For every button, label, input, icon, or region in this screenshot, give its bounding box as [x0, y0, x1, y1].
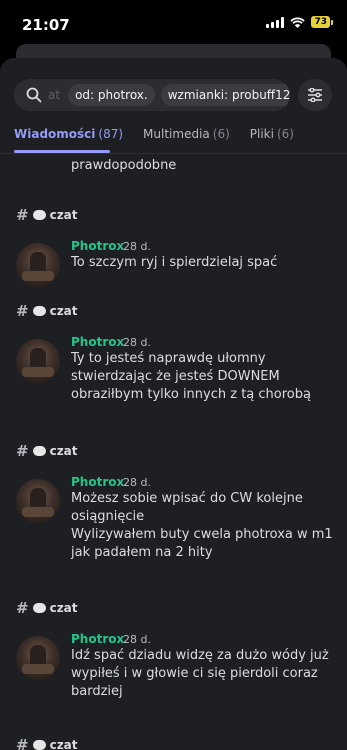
message-author[interactable]: Photrox — [71, 475, 124, 489]
message-text-line: stwierdzając że jesteś DOWNEM — [71, 369, 280, 384]
tab-media[interactable]: Multimedia (6) — [143, 127, 230, 151]
channel-name: czat — [49, 444, 78, 458]
speech-bubble-icon — [32, 306, 46, 316]
search-sheet: at od: photrox. wzmianki: probuff12 Wiad… — [0, 58, 347, 750]
search-icon — [26, 87, 42, 103]
channel-hash-icon: # — [16, 736, 29, 750]
channel-hash-icon: # — [16, 206, 29, 224]
channel-label: # czat — [16, 599, 78, 617]
message-text-line: bardziej — [71, 684, 123, 699]
message-text-line: Możesz sobie wpisać do CW kolejne — [71, 491, 303, 506]
channel-name: czat — [49, 304, 78, 318]
message-text: Możesz sobie wpisać do CW kolejne osiągn… — [71, 490, 333, 562]
speech-bubble-icon — [32, 740, 46, 750]
message-author[interactable]: Photrox — [71, 632, 124, 646]
message-time: 28 d. — [123, 336, 151, 349]
result-tabs: Wiadomości (87) Multimedia (6) Pliki (6) — [14, 127, 334, 151]
sliders-icon — [308, 88, 322, 102]
tab-files[interactable]: Pliki (6) — [250, 127, 294, 151]
status-time: 21:07 — [22, 16, 70, 34]
avatar[interactable] — [16, 479, 60, 523]
message-text-line: Wylizywałem buty cwela photroxa w m1 — [71, 527, 333, 542]
speech-bubble-icon — [32, 603, 46, 613]
message-author[interactable]: Photrox — [71, 335, 124, 349]
message-time: 28 d. — [123, 476, 151, 489]
filter-chip-author[interactable]: od: photrox. — [68, 84, 155, 106]
tab-count: (87) — [98, 127, 124, 141]
channel-hash-icon: # — [16, 442, 29, 460]
tab-label: Wiadomości — [14, 127, 96, 141]
speech-bubble-icon — [32, 446, 46, 456]
speech-bubble-icon — [32, 210, 46, 220]
message-text-line: wypiłeś i w głowie ci się pierdoli coraz — [71, 666, 318, 681]
status-bar: 21:07 73 — [0, 0, 347, 44]
message-text: Idź spać dziadu widzę za dużo wódy już w… — [71, 647, 333, 701]
channel-label: # czat — [16, 442, 78, 460]
message-text-line: Ty to jesteś naprawdę ułomny — [71, 351, 266, 366]
message-text-line: To szczym ryj i spierdzielaj spać — [71, 255, 278, 270]
avatar[interactable] — [16, 636, 60, 680]
channel-name: czat — [49, 601, 78, 615]
battery-level: 73 — [311, 16, 330, 28]
message-text-line: Idź spać dziadu widzę za dużo wódy już — [71, 648, 329, 663]
message-text-line: jak padałem na 2 hity — [71, 545, 213, 560]
tab-label: Pliki — [249, 127, 274, 141]
results-list: prawdopodobne # czat Photrox 28 d. To sz… — [0, 154, 347, 750]
channel-name: czat — [49, 738, 78, 750]
tab-messages[interactable]: Wiadomości (87) — [14, 127, 123, 151]
message-text-line: prawdopodobne — [71, 158, 177, 173]
message-time: 28 d. — [123, 240, 151, 253]
message-text: To szczym ryj i spierdzielaj spać — [71, 254, 333, 272]
search-input[interactable]: at od: photrox. wzmianki: probuff12 — [14, 79, 290, 111]
tab-label: Multimedia — [143, 127, 210, 141]
signal-icon — [266, 16, 285, 28]
channel-name: czat — [49, 208, 78, 222]
wifi-icon — [290, 17, 306, 28]
channel-hash-icon: # — [16, 302, 29, 320]
channel-label: # czat — [16, 206, 78, 224]
search-text[interactable]: at — [48, 88, 60, 102]
message-text-line: osiągnięcie — [71, 509, 145, 524]
message-author[interactable]: Photrox — [71, 239, 124, 253]
filter-settings-button[interactable] — [298, 79, 332, 111]
tab-count: (6) — [276, 127, 294, 141]
tab-count: (6) — [212, 127, 230, 141]
message-text: Ty to jesteś naprawdę ułomny stwierdzają… — [71, 350, 333, 404]
message-text-line: obraziłbym tylko innych z tą chorobą — [71, 387, 311, 402]
battery-icon — [331, 19, 333, 25]
channel-hash-icon: # — [16, 599, 29, 617]
message-time: 28 d. — [123, 633, 151, 646]
channel-label: # czat — [16, 302, 78, 320]
channel-label: # czat — [16, 736, 78, 750]
avatar[interactable] — [16, 339, 60, 383]
filter-chip-mentions[interactable]: wzmianki: probuff12 — [160, 84, 290, 106]
status-icons: 73 — [266, 16, 333, 28]
avatar[interactable] — [16, 243, 60, 287]
